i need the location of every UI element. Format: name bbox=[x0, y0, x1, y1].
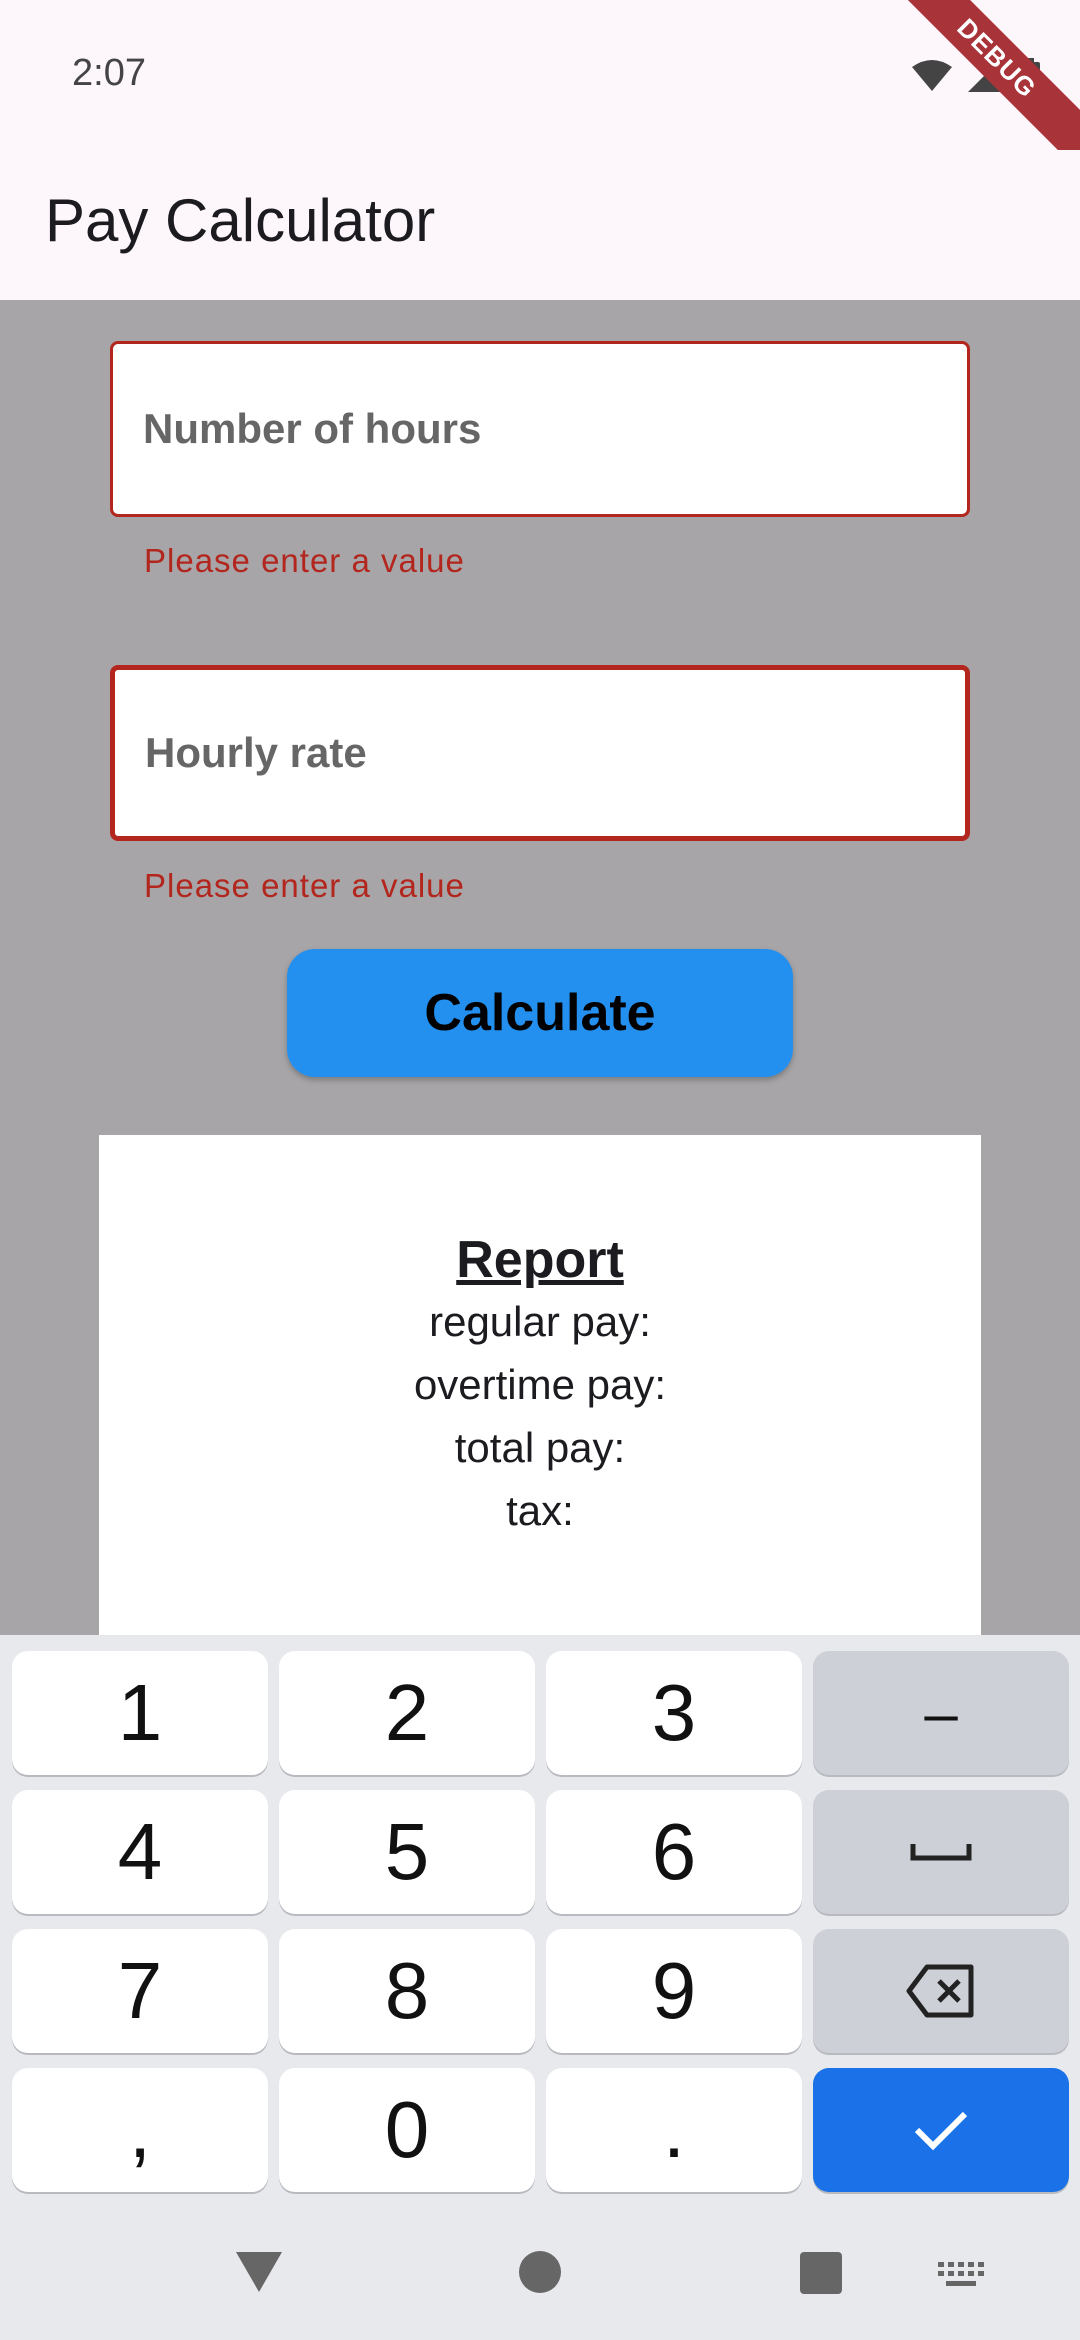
overtime-pay-label: overtime pay: bbox=[413, 1361, 667, 1408]
key-period[interactable]: . bbox=[546, 2068, 802, 2192]
calculate-button[interactable]: Calculate bbox=[287, 949, 793, 1077]
space-icon bbox=[910, 1844, 972, 1861]
status-time: 2:07 bbox=[72, 52, 146, 94]
system-nav-bar bbox=[0, 2220, 1080, 2340]
key-5[interactable]: 5 bbox=[279, 1790, 535, 1914]
key-9[interactable]: 9 bbox=[546, 1929, 802, 2053]
key-done[interactable] bbox=[813, 2068, 1069, 2192]
main-content: Please enter a value Please enter a valu… bbox=[0, 300, 1080, 1635]
key-0[interactable]: 0 bbox=[279, 2068, 535, 2192]
key-1[interactable]: 1 bbox=[12, 1651, 268, 1775]
hours-input[interactable] bbox=[113, 344, 967, 514]
wifi-icon bbox=[912, 60, 952, 91]
key-2[interactable]: 2 bbox=[279, 1651, 535, 1775]
back-icon[interactable] bbox=[234, 2250, 284, 2294]
home-icon[interactable] bbox=[518, 2250, 562, 2294]
backspace-icon bbox=[906, 1964, 974, 2018]
rate-field[interactable] bbox=[110, 665, 970, 841]
key-backspace[interactable] bbox=[813, 1929, 1069, 2053]
report-card: Report regular pay: overtime pay: total … bbox=[99, 1135, 981, 1635]
status-bar: 2:07 DEBUG bbox=[0, 0, 1080, 177]
key-minus[interactable]: – bbox=[813, 1651, 1069, 1775]
key-comma[interactable]: , bbox=[12, 2068, 268, 2192]
check-icon bbox=[914, 2111, 968, 2151]
key-space[interactable] bbox=[813, 1790, 1069, 1914]
hours-field[interactable] bbox=[110, 341, 970, 517]
recents-icon[interactable] bbox=[800, 2252, 842, 2294]
tax-label: tax: bbox=[506, 1487, 574, 1534]
keyboard-switch-icon[interactable] bbox=[938, 2262, 986, 2290]
rate-error-text: Please enter a value bbox=[144, 867, 465, 904]
key-6[interactable]: 6 bbox=[546, 1790, 802, 1914]
hours-error-text: Please enter a value bbox=[144, 542, 465, 579]
app-bar: Pay Calculator bbox=[0, 150, 1080, 300]
key-4[interactable]: 4 bbox=[12, 1790, 268, 1914]
key-7[interactable]: 7 bbox=[12, 1929, 268, 2053]
report-title: Report bbox=[456, 1231, 624, 1289]
total-pay-label: total pay: bbox=[454, 1424, 626, 1471]
rate-input[interactable] bbox=[115, 670, 965, 836]
regular-pay-label: regular pay: bbox=[429, 1298, 651, 1345]
page-title: Pay Calculator bbox=[45, 187, 436, 254]
key-3[interactable]: 3 bbox=[546, 1651, 802, 1775]
key-8[interactable]: 8 bbox=[279, 1929, 535, 2053]
